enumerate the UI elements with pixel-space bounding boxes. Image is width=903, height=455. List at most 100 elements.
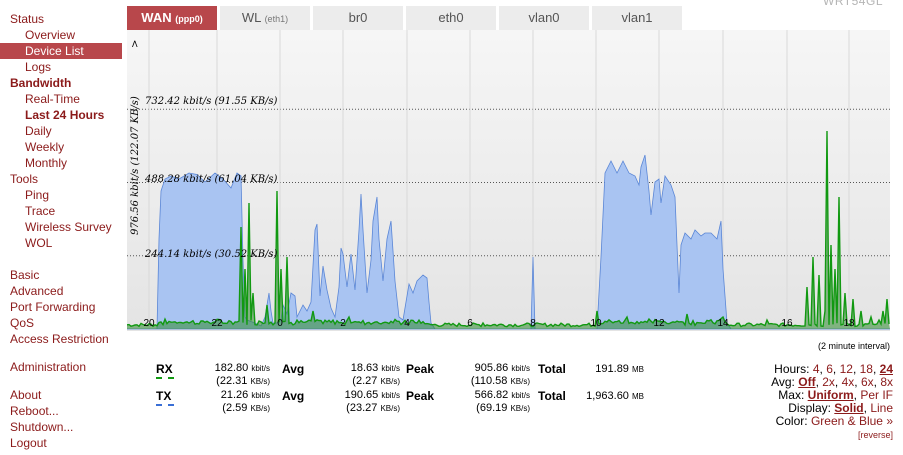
avg-option-6x[interactable]: 6x [861,375,874,389]
tab-sub-label: (ppp0) [175,14,203,24]
rx-total-label: Total [538,362,566,376]
tab-wl[interactable]: WL (eth1) [220,6,310,30]
hours-option-4[interactable]: 4 [813,362,820,376]
tab-label: WL [241,10,261,25]
nav-wireless-survey[interactable]: Wireless Survey [0,219,122,235]
rx-legend: RX [156,362,174,379]
tx-peak-unit: kbit/s [511,391,530,400]
hours-option-12[interactable]: 12 [840,362,853,376]
hours-option-24[interactable]: 24 [880,362,893,376]
tab-label: WAN [141,10,172,25]
tab-vlan0[interactable]: vlan0 [499,6,589,30]
tx-avg-value: 190.65 [344,389,379,401]
rx-current: 182.80 kbit/s (22.31 KB/s) [186,362,270,388]
rx-stats-row: RX 182.80 kbit/s (22.31 KB/s) Avg 18.63 … [150,362,710,388]
rx-total-value: 191.89 [595,363,629,375]
nav-status[interactable]: Status [0,11,122,27]
nav-reboot[interactable]: Reboot... [0,403,122,419]
sidebar-nav: Status Overview Device List Logs Bandwid… [0,11,122,451]
interval-note: (2 minute interval) [817,341,890,351]
nav-about[interactable]: About [0,387,122,403]
rx-total: 191.89 MB [568,363,644,376]
hour-label: 18 [843,318,855,329]
nav-weekly[interactable]: Weekly [0,139,122,155]
hour-label: 22 [211,318,223,329]
nav-basic[interactable]: Basic [0,267,122,283]
nav-port-forwarding[interactable]: Port Forwarding [0,299,122,315]
nav-last-24-hours[interactable]: Last 24 Hours [0,107,122,123]
nav-ping[interactable]: Ping [0,187,122,203]
hour-label: 20 [143,318,155,329]
rx-peak: 905.86 kbit/s (110.58 KB/s) [440,362,530,388]
nav-administration[interactable]: Administration [0,359,122,375]
nav-qos[interactable]: QoS [0,315,122,331]
tx-current-value: 21.26 [220,389,249,401]
rx-current-bytes-unit: KB/s) [250,377,270,386]
tx-peak: 566.82 kbit/s (69.19 KB/s) [440,389,530,415]
nav-bandwidth[interactable]: Bandwidth [0,75,122,91]
nav-daily[interactable]: Daily [0,123,122,139]
nav-overview[interactable]: Overview [0,27,122,43]
nav-real-time[interactable]: Real-Time [0,91,122,107]
nav-advanced[interactable]: Advanced [0,283,122,299]
max-label: Max: [778,388,805,402]
avg-option-4x[interactable]: 4x [842,375,855,389]
avg-option-2x[interactable]: 2x [822,375,835,389]
tx-total: 1,963.60 MB [568,390,644,403]
tx-avg-label: Avg [282,389,305,403]
rx-peak-unit: kbit/s [511,364,530,373]
tx-current-bytes-unit: KB/s) [250,404,270,413]
scale-label-488: 488.28 kbit/s (61.04 KB/s) [144,174,278,185]
color-label: Color: [775,414,808,428]
rx-current-unit: kbit/s [251,364,270,373]
max-option-uniform[interactable]: Uniform [808,388,854,402]
hour-label: 0 [277,318,283,329]
rx-peak-bytes: (110.58 [470,375,508,387]
tab-wan[interactable]: WAN (ppp0) [127,6,217,30]
rx-label: RX [156,362,173,376]
tx-legend: TX [156,389,174,406]
tab-br0[interactable]: br0 [313,6,403,30]
tx-avg-unit: kbit/s [381,391,400,400]
rx-peak-value: 905.86 [474,362,509,374]
tab-eth0[interactable]: eth0 [406,6,496,30]
nav-access-restriction[interactable]: Access Restriction [0,331,122,347]
rx-peak-label: Peak [406,362,435,376]
avg-label: Avg: [771,375,795,389]
avg-option-8x[interactable]: 8x [880,375,893,389]
tab-sub-label: (eth1) [264,14,289,24]
rx-avg-bytes-unit: KB/s) [380,377,400,386]
rx-avg-label: Avg [282,362,305,376]
reverse-link[interactable]: [reverse] [858,430,893,440]
rx-total-unit: MB [632,365,644,374]
hour-label: 14 [717,318,729,329]
tx-current-unit: kbit/s [251,391,270,400]
hours-option-6[interactable]: 6 [826,362,833,376]
nav-tools[interactable]: Tools [0,171,122,187]
tx-swatch [156,404,174,406]
top-scale-arrow: > [130,40,141,48]
hours-option-18[interactable]: 18 [860,362,873,376]
nav-logs[interactable]: Logs [0,59,122,75]
rx-avg-bytes: (2.27 [352,375,378,387]
nav-wol[interactable]: WOL [0,235,122,251]
nav-device-list[interactable]: Device List [0,43,122,59]
tx-avg-bytes-unit: KB/s) [380,404,400,413]
tab-label: vlan1 [621,10,653,25]
avg-option-off[interactable]: Off [798,375,815,389]
hour-label: 2 [340,318,346,329]
tx-peak-bytes: (69.19 [476,402,508,414]
display-option-line[interactable]: Line [870,401,893,415]
color-option[interactable]: Green & Blue » [811,414,893,428]
tab-vlan1[interactable]: vlan1 [592,6,682,30]
nav-shutdown[interactable]: Shutdown... [0,419,122,435]
hour-label: 6 [467,318,473,329]
max-option-per-if[interactable]: Per IF [860,388,893,402]
display-option-solid[interactable]: Solid [834,401,863,415]
tx-current-bytes: (2.59 [222,402,248,414]
nav-trace[interactable]: Trace [0,203,122,219]
nav-logout[interactable]: Logout [0,435,122,451]
rx-peak-bytes-unit: KB/s) [510,377,530,386]
nav-monthly[interactable]: Monthly [0,155,122,171]
rx-current-bytes: (22.31 [216,375,248,387]
